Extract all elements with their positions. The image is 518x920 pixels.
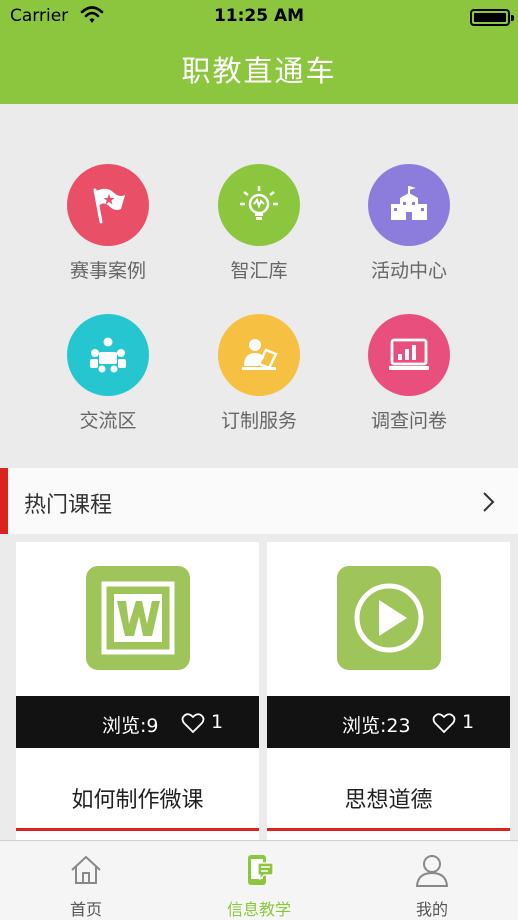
- card-accent-line: [16, 828, 259, 831]
- section-title: 热门课程: [24, 493, 113, 518]
- lightbulb-icon: [218, 164, 300, 246]
- menu-item-competition-cases[interactable]: 赛事案例: [33, 164, 183, 294]
- tab-bar: 首页 信息教学 我的: [0, 840, 518, 920]
- chevron-right-icon[interactable]: [480, 490, 496, 514]
- monitor-chart-icon: [368, 314, 450, 396]
- play-icon: [337, 566, 441, 670]
- phone-chat-icon: [248, 855, 274, 885]
- course-card[interactable]: 浏览:9 1 如何制作微课: [16, 542, 259, 842]
- view-count: 浏览:23: [342, 715, 411, 737]
- heart-icon[interactable]: [432, 712, 456, 734]
- view-count: 浏览:9: [102, 715, 159, 737]
- menu-item-survey[interactable]: 调查问卷: [334, 314, 484, 444]
- tab-label: 首页: [69, 900, 102, 919]
- like-count: 1: [211, 711, 224, 733]
- card-accent-line: [267, 828, 510, 831]
- course-stats-bar: 浏览:9 1: [16, 696, 259, 748]
- section-header-hot-courses[interactable]: 热门课程: [0, 468, 518, 534]
- home-icon: [71, 855, 101, 884]
- menu-item-activity-center[interactable]: 活动中心: [334, 164, 484, 294]
- menu-item-discussion[interactable]: 交流区: [33, 314, 183, 444]
- course-card[interactable]: 浏览:23 1 思想道德: [267, 542, 510, 842]
- course-stats-bar: 浏览:23 1: [267, 696, 510, 748]
- status-bar: Carrier 11:25 AM: [0, 0, 518, 34]
- menu-item-label: 调查问卷: [370, 410, 447, 432]
- meeting-icon: [67, 314, 149, 396]
- flag-icon: [67, 164, 149, 246]
- menu-item-label: 订制服务: [220, 410, 297, 432]
- course-title: 如何制作微课: [71, 788, 204, 813]
- building-icon: [368, 164, 450, 246]
- tab-home[interactable]: 首页: [0, 841, 172, 920]
- user-icon: [415, 855, 449, 887]
- tab-label: 我的: [415, 900, 448, 919]
- menu-item-custom-service[interactable]: 订制服务: [184, 314, 334, 444]
- menu-item-label: 赛事案例: [69, 260, 146, 282]
- menu-item-label: 交流区: [79, 410, 137, 432]
- clock: 11:25 AM: [213, 6, 305, 26]
- battery-icon: [470, 9, 514, 26]
- tab-profile[interactable]: 我的: [346, 841, 518, 920]
- course-title: 思想道德: [344, 788, 433, 813]
- tab-label: 信息教学: [226, 900, 291, 919]
- menu-item-label: 智汇库: [230, 260, 288, 282]
- tab-info-teaching[interactable]: 信息教学: [173, 841, 345, 920]
- heart-icon[interactable]: [181, 712, 205, 734]
- user-desk-icon: [218, 314, 300, 396]
- section-accent-bar: [0, 468, 8, 534]
- word-document-icon: [86, 566, 190, 670]
- menu-grid: 赛事案例 智汇库 活动中心 交流区 订制服务 调查问卷: [0, 104, 518, 468]
- like-count: 1: [462, 711, 475, 733]
- navigation-bar: Carrier 11:25 AM 职教直通车: [0, 0, 518, 104]
- menu-item-knowledge-base[interactable]: 智汇库: [184, 164, 334, 294]
- menu-item-label: 活动中心: [370, 260, 447, 282]
- page-title: 职教直通车: [181, 54, 337, 88]
